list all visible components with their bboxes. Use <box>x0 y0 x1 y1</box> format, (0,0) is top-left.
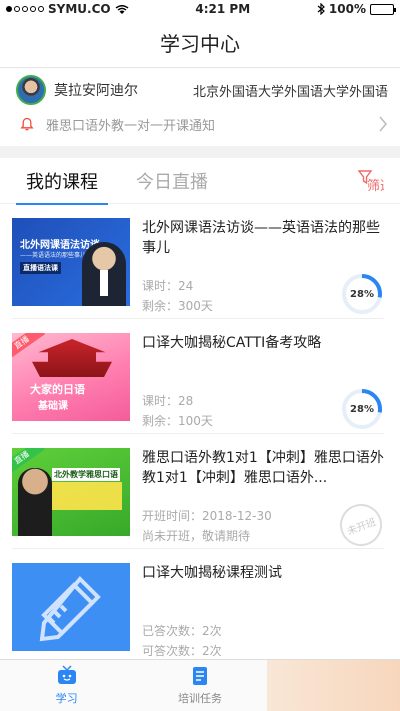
thumb-title: 大家的日语 <box>30 383 85 396</box>
status-bar: SYMU.CO 4:21 PM 100% <box>0 0 400 18</box>
pagoda-image <box>32 339 112 377</box>
progress-text: 28% <box>350 288 374 300</box>
thumb-title: 北外教学雅思口语 <box>52 468 120 481</box>
battery-text: 100% <box>328 2 366 16</box>
section-gap <box>0 146 400 158</box>
course-thumbnail: 直播 大家的日语 基础课 <box>12 333 130 421</box>
meta-value: 100天 <box>178 414 213 428</box>
tv-icon <box>57 665 76 684</box>
meta-value: 2018-12-30 <box>202 509 272 523</box>
notice-row[interactable]: 雅思口语外教一对一开课通知 <box>0 108 400 140</box>
nav-study[interactable]: 学习 <box>0 660 133 711</box>
meta-label: 可答次数： <box>142 644 203 658</box>
filter-icon[interactable]: 筛选 <box>358 169 384 193</box>
page-title: 学习中心 <box>160 32 240 56</box>
course-item[interactable]: 直播 北外教学雅思口语 雅思口语外教1对1【冲刺】雅思口语外教1对1【冲刺】雅思… <box>0 434 400 552</box>
status-time: 4:21 PM <box>195 2 251 16</box>
course-item[interactable]: 口译大咖揭秘课程测试 已答次数：2次 可答次数：2次 <box>0 549 400 663</box>
course-meta: 课时：24 剩余：300天 <box>142 276 213 316</box>
course-title: 口译大咖揭秘课程测试 <box>142 565 282 581</box>
nav-bar: 学习中心 <box>0 18 400 68</box>
nav-third[interactable] <box>266 660 400 711</box>
course-item[interactable]: 直播 大家的日语 基础课 口译大咖揭秘CATTI备考攻略 课时：28 剩余：10… <box>0 319 400 433</box>
bluetooth-icon <box>317 3 325 15</box>
meta-value: 2次 <box>202 644 222 658</box>
course-title: 口译大咖揭秘CATTI备考攻略 <box>142 335 322 351</box>
course-thumbnail <box>12 563 130 651</box>
course-info: 口译大咖揭秘CATTI备考攻略 课时：28 剩余：100天 28% <box>142 333 384 433</box>
course-info: 雅思口语外教1对1【冲刺】雅思口语外教1对1【冲刺】雅思口语外... 开班时间：… <box>142 448 388 552</box>
thumb-banner <box>52 482 122 510</box>
course-meta: 课时：28 剩余：100天 <box>142 391 213 431</box>
notice-text: 雅思口语外教一对一开课通知 <box>46 118 216 134</box>
meta-value: 24 <box>178 279 194 293</box>
tab-my-courses[interactable]: 我的课程 <box>16 158 108 205</box>
battery-icon <box>370 3 396 15</box>
status-left: SYMU.CO <box>6 2 129 16</box>
not-started-stamp: 未开班 <box>334 498 388 552</box>
meta-label: 开班时间： <box>142 509 203 523</box>
nav-training-tasks[interactable]: 培训任务 <box>133 660 266 711</box>
wifi-icon <box>115 4 129 14</box>
course-info: 北外网课语法访谈——英语语法的那些事儿 课时：24 剩余：300天 28% <box>142 218 384 318</box>
pencil-ruler-icon <box>39 576 101 642</box>
meta-label: 已答次数： <box>142 624 203 638</box>
course-meta: 开班时间：2018-12-30 尚未开班，敬请期待 <box>142 506 272 546</box>
meta-label: 课时： <box>142 279 179 293</box>
signal-icon <box>6 6 44 12</box>
bottom-nav: 学习 培训任务 <box>0 659 400 711</box>
course-title: 雅思口语外教1对1【冲刺】雅思口语外教1对1【冲刺】雅思口语外... <box>142 450 384 486</box>
bell-icon <box>20 117 34 131</box>
thumb-subtitle: ——英语语法的那些事儿 <box>20 252 87 259</box>
chevron-right-icon[interactable] <box>378 116 388 132</box>
user-row[interactable]: 莫拉安阿迪尔 北京外国语大学外国语大学外国语 <box>0 72 400 108</box>
tab-bar: 我的课程 今日直播 筛选 <box>0 158 400 205</box>
thumb-subtitle: 基础课 <box>38 401 68 412</box>
tab-today-live[interactable]: 今日直播 <box>136 158 208 204</box>
meta-value: 28 <box>178 394 194 408</box>
progress-ring: 28% <box>340 272 384 316</box>
school-name: 北京外国语大学外国语大学外国语 <box>192 84 388 100</box>
meta-value: 2次 <box>202 624 222 638</box>
meta-label: 课时： <box>142 394 179 408</box>
carrier: SYMU.CO <box>48 2 111 16</box>
nav-label: 培训任务 <box>177 692 222 705</box>
course-thumbnail: 北外网课语法访谈 ——英语语法的那些事儿 直播语法课 <box>12 218 130 306</box>
course-meta: 已答次数：2次 可答次数：2次 <box>142 621 222 661</box>
filter-label: 筛选 <box>367 179 384 193</box>
progress-text: 28% <box>350 403 374 415</box>
meta-label: 剩余： <box>142 414 179 428</box>
course-title: 北外网课语法访谈——英语语法的那些事儿 <box>142 220 380 256</box>
progress-ring: 28% <box>340 387 384 431</box>
course-info: 口译大咖揭秘课程测试 已答次数：2次 可答次数：2次 <box>142 563 384 663</box>
course-item[interactable]: 北外网课语法访谈 ——英语语法的那些事儿 直播语法课 北外网课语法访谈——英语语… <box>0 204 400 318</box>
thumb-tag: 直播语法课 <box>20 262 61 274</box>
live-ribbon: 直播 <box>12 333 46 362</box>
teacher-image <box>18 468 52 536</box>
meta-value: 尚未开班，敬请期待 <box>142 529 251 543</box>
lecturer-image <box>82 242 126 306</box>
user-name: 莫拉安阿迪尔 <box>54 83 138 99</box>
meta-value: 300天 <box>178 299 213 313</box>
course-thumbnail: 直播 北外教学雅思口语 <box>12 448 130 536</box>
meta-label: 剩余： <box>142 299 179 313</box>
status-right: 100% <box>317 2 396 16</box>
avatar[interactable] <box>16 75 46 105</box>
nav-label: 学习 <box>55 692 78 705</box>
task-icon <box>192 667 207 685</box>
